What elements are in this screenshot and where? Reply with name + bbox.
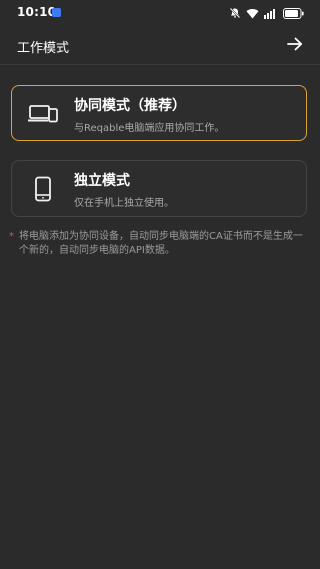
devices-icon (28, 100, 58, 128)
app-notification-icon (52, 8, 61, 17)
battery-icon (283, 7, 304, 19)
collaboration-note: * 将电脑添加为协同设备，自动同步电脑端的CA证书而不是生成一个新的，自动同步电… (9, 230, 309, 258)
note-marker: * (9, 231, 14, 242)
mode-title: 协同模式（推荐） (74, 98, 186, 114)
mode-option-standalone[interactable]: 独立模式 仅在手机上独立使用。 (11, 160, 307, 217)
mode-description: 与Reqable电脑端应用协同工作。 (74, 123, 225, 134)
wifi-icon (246, 8, 259, 19)
note-text: 将电脑添加为协同设备，自动同步电脑端的CA证书而不是生成一个新的，自动同步电脑的… (19, 231, 303, 256)
next-button[interactable] (284, 34, 306, 56)
bell-muted-icon (229, 7, 241, 19)
page-title: 工作模式 (17, 41, 70, 56)
mode-option-collaborative[interactable]: 协同模式（推荐） 与Reqable电脑端应用协同工作。 (11, 85, 307, 141)
mode-title: 独立模式 (74, 173, 130, 189)
status-icons (229, 5, 304, 21)
arrow-right-icon (287, 36, 303, 55)
status-time: 10:10 (17, 5, 57, 19)
phone-icon (28, 175, 58, 203)
signal-icon (264, 8, 278, 19)
mode-description: 仅在手机上独立使用。 (74, 198, 174, 209)
status-bar: 10:10 (0, 0, 320, 26)
app-bar: 工作模式 (0, 26, 320, 65)
